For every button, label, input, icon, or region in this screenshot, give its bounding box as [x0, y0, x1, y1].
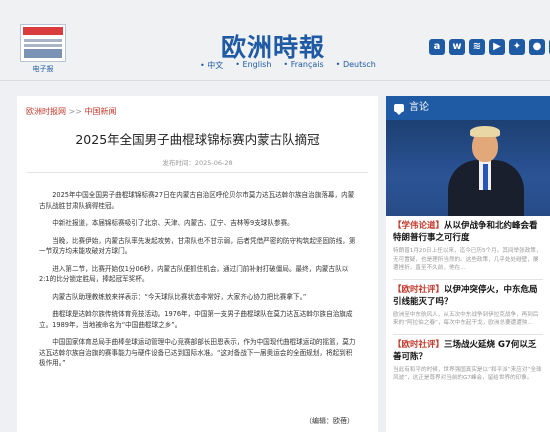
sidebar-item[interactable]: 【欧时社评】三场战火延烧 G7何以乏善可陈？ 当此有和平的时候，世界强国真实是以…	[386, 335, 550, 383]
speech-bubble-icon	[394, 104, 404, 115]
article-paragraph: 曲棍球是达斡尔族传统体育竞技活动。1976年，中国第一支男子曲棍球队在莫力达瓦达…	[39, 310, 353, 329]
lang-label[interactable]: 中文	[207, 61, 223, 70]
rss-icon[interactable]: ≋	[469, 39, 485, 55]
social-icons: a w ≋ ▶ ✦ ● ◎	[429, 39, 550, 55]
article-editor: （编辑：欧蓓）	[305, 417, 354, 425]
breadcrumb-separator: >>	[68, 107, 82, 116]
app-icon[interactable]: a	[429, 39, 445, 55]
site-logo[interactable]: 欧洲時報	[221, 28, 325, 64]
article-paragraph: 2025年中国全国男子曲棍球锦标赛27日在内蒙古自治区呼伦贝尔市莫力达瓦达斡尔族…	[39, 191, 355, 210]
weibo-icon[interactable]: w	[449, 39, 465, 55]
lang-french[interactable]: • Français	[283, 60, 323, 71]
lang-label[interactable]: Deutsch	[343, 60, 376, 69]
sidebar-item-tag[interactable]: 【欧时社评】	[393, 285, 444, 295]
article-body: 2025年中国全国男子曲棍球锦标赛27日在内蒙古自治区呼伦贝尔市莫力达瓦达斡尔族…	[39, 190, 357, 376]
language-switcher: • 中文 • English • Français • Deutsch	[200, 60, 376, 71]
article-paragraph: 中国国家体育总局手曲棒垒球运动管理中心竞赛部部长田恩表示，作为中国现代曲棍球运动…	[39, 338, 356, 367]
lang-german[interactable]: • Deutsch	[336, 60, 376, 71]
sidebar-title: 言论	[409, 102, 429, 113]
article-panel: 欧洲时报网 >> 中国新闻 2025年全国男子曲棍球锦标赛内蒙古队摘冠 发布时间…	[17, 96, 378, 432]
title-divider	[27, 172, 368, 173]
lang-chinese[interactable]: • 中文	[200, 60, 223, 71]
article-paragraph: 当晚，比赛伊始，内蒙古队率先发起攻势，甘肃队也不甘示弱，后者凭借严密的防守构筑起…	[39, 236, 356, 256]
publish-date: 发布时间：2025-06-28	[162, 159, 233, 167]
sidebar-item-title[interactable]: 【欧时社评】三场战火延烧 G7何以乏善可陈？	[393, 339, 543, 363]
breadcrumb: 欧洲时报网 >> 中国新闻	[26, 106, 117, 117]
article-paragraph: 进入第二节，比赛开始仅1分06秒，内蒙古队便抓住机会，通过门前补射打破僵局。最终…	[39, 264, 349, 284]
lang-label[interactable]: Français	[291, 60, 324, 69]
share-icon[interactable]: ✦	[509, 39, 525, 55]
breadcrumb-section[interactable]: 中国新闻	[85, 107, 117, 116]
video-icon[interactable]: ▶	[489, 39, 505, 55]
sidebar-item-tag[interactable]: 【学伟论道】	[393, 221, 444, 231]
article-paragraph: 内蒙古队助理教练敖来祥表示：“今天球队比赛状态非常好，大家齐心协力把比赛拿下。”	[52, 292, 307, 301]
lang-english[interactable]: • English	[235, 60, 271, 71]
epaper-label[interactable]: 电子报	[20, 64, 66, 74]
article-title: 2025年全国男子曲棍球锦标赛内蒙古队摘冠	[75, 132, 320, 147]
breadcrumb-home[interactable]: 欧洲时报网	[26, 107, 66, 116]
lang-label[interactable]: English	[243, 60, 272, 69]
sidebar-header: 言论	[386, 96, 550, 120]
sidebar-item-desc: 当此有和平的时候，世界强国真实是以“和平派”来应对“全球风波”，这正是尊界对当前…	[393, 366, 542, 382]
epaper-link[interactable]: 电子报	[20, 24, 66, 74]
sidebar-item-tag[interactable]: 【欧时社评】	[393, 340, 444, 350]
epaper-thumbnail[interactable]	[20, 24, 66, 62]
featured-photo[interactable]	[386, 120, 550, 216]
sidebar-item[interactable]: 【学伟论道】从以伊战争和北约峰会看特朗普行事之可行度 特朗普1月20日上任以来，…	[386, 216, 550, 273]
sidebar-item-title[interactable]: 【学伟论道】从以伊战争和北约峰会看特朗普行事之可行度	[393, 220, 543, 244]
article-paragraph: 中新社报道，本届锦标赛吸引了北京、天津、内蒙古、辽宁、吉林等9支球队参赛。	[52, 219, 294, 227]
wechat-icon[interactable]: ●	[529, 39, 545, 55]
site-header: 电子报 欧洲時報 • 中文 • English • Français • Deu…	[0, 0, 550, 81]
opinion-sidebar: 言论 【学伟论道】从以伊战争和北约峰会看特朗普行事之可行度 特朗普1月20日上任…	[386, 96, 550, 432]
sidebar-item[interactable]: 【欧时社评】以伊冲突停火，中东危局引线能灭了吗？ 欧洲至中东航风人，从五次中东战…	[386, 280, 550, 328]
sidebar-item-desc: 特朗普1月20日上任以来，迄今已历5个月。其间举张政策，无可置疑，也是理所当然的…	[393, 248, 542, 271]
sidebar-item-title[interactable]: 【欧时社评】以伊冲突停火，中东危局引线能灭了吗？	[393, 284, 543, 308]
sidebar-item-desc: 欧洲至中东航风人，从五次中东战争到伊拉克战争，再到后来的“阿拉伯之春”，每次中东…	[393, 311, 539, 327]
